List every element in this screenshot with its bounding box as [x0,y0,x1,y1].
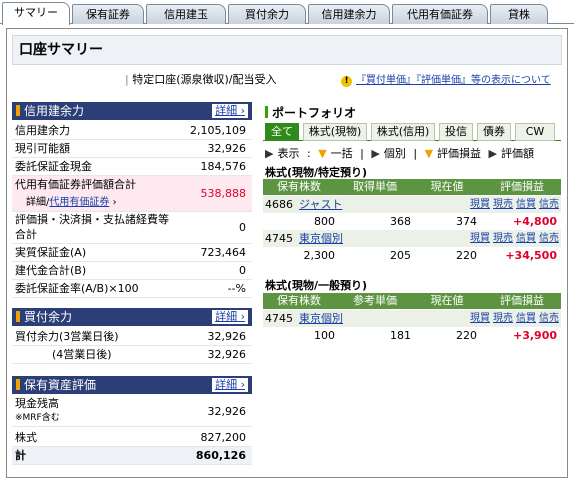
margin-buy-link[interactable]: 信買 [516,233,536,244]
triangle-right-icon: ▶ [265,147,274,160]
margin-sell-link[interactable]: 信売 [539,313,559,324]
credit-row: 実質保証金(A) 723,464 [12,244,252,262]
margin-sell-link[interactable]: 信売 [539,199,559,210]
section-marker [16,379,20,390]
stock-name-link[interactable]: 東京個別 [299,230,343,247]
trade-actions: 現買 現売 信買 信売 [467,196,559,213]
summary-panel: 口座サマリー | 特定口座(源泉徴収)/配当受入 ! 『買付単価』『評価単価』等の… [6,28,568,478]
tab-buying-power[interactable]: 買付余力 [228,4,306,24]
portfolio-tab-all[interactable]: 全て [265,123,299,141]
stock-name-link[interactable]: ジャスト [299,196,342,213]
collateral-total-row: 代用有価証券評価額合計 538,888 詳細/代用有価証券 › [12,176,252,212]
account-type: | 特定口座(源泉徴収)/配当受入 [125,73,277,86]
portfolio-title: ポートフォリオ [265,104,356,121]
display-notice-link[interactable]: ! 『買付単価』『評価単価』等の表示について [341,71,551,87]
asset-total-row: 計 860,126 [12,447,252,465]
trade-actions: 現買 現売 信買 信売 [467,230,559,247]
cash-sell-link[interactable]: 現売 [493,233,513,244]
section-marker [16,105,20,116]
table-header: 保有株数 取得単価 現在値 評価損益 [263,179,561,195]
cash-sell-link[interactable]: 現売 [493,199,513,210]
chevron-right-icon: › [240,378,245,391]
expand-individual-link[interactable]: 個別 [384,147,406,160]
stock-name-link[interactable]: 東京個別 [299,310,343,327]
sort-pl-link[interactable]: 評価損益 [437,147,481,160]
chevron-right-icon: › [112,197,117,208]
tab-holdings[interactable]: 保有証券 [72,4,144,24]
cash-buy-link[interactable]: 現買 [470,199,490,210]
credit-row: 評価損・決済損・支払諸経費等 合計 0 [12,212,252,244]
sort-value-link[interactable]: 評価額 [501,147,534,160]
holding-value-row: 800 368 374 +4,800 [314,215,557,228]
portfolio-controls: ▶ 表示 : ▼ 一括 | ▶ 個別 | ▼ 評価損益 ▶ 評価額 [265,147,534,160]
portfolio-tab-margin-stocks[interactable]: 株式(信用) [371,123,435,141]
credit-row: 委託保証金率(A/B)×100 --% [12,280,252,298]
portfolio-tab-bonds[interactable]: 債券 [477,123,511,141]
portfolio-tab-funds[interactable]: 投信 [439,123,473,141]
chevron-right-icon: › [240,310,245,323]
buying-power-row: (4営業日後) 32,926 [12,346,252,364]
triangle-down-icon: ▼ [318,147,327,160]
credit-row: 委託保証金現金 184,576 [12,158,252,176]
info-icon: ! [341,76,352,87]
credit-capacity-header: 信用建余力 詳細 › [12,102,252,120]
credit-row: 信用建余力 2,105,109 [12,122,252,140]
holding-name-row: 4686 ジャスト 現買 現売 信買 信売 [263,196,561,213]
buying-power-row: 買付余力(3営業日後) 32,926 [12,328,252,346]
tab-summary[interactable]: サマリー [2,2,70,25]
buying-power-detail-link[interactable]: 詳細 › [212,310,248,324]
asset-row: 株式 827,200 [12,429,252,447]
assets-header: 保有資産評価 詳細 › [12,376,252,394]
section-title: 株式(現物/一般預り) [265,279,368,292]
margin-buy-link[interactable]: 信買 [516,199,536,210]
credit-row: 建代金合計(B) 0 [12,262,252,280]
triangle-down-icon: ▼ [424,147,434,160]
tab-stock-lending[interactable]: 貸株 [490,4,548,24]
margin-sell-link[interactable]: 信売 [539,233,559,244]
collapse-all-link[interactable]: 一括 [331,147,353,160]
triangle-right-icon: ▶ [371,147,380,160]
trade-actions: 現買 現売 信買 信売 [467,310,559,327]
asset-row: 現金残高 ※MRF含む 32,926 [12,397,252,427]
triangle-right-icon: ▶ [488,147,497,160]
tab-collateral-securities[interactable]: 代用有価証券 [392,4,488,24]
section-title: 株式(現物/特定預り) [265,166,368,179]
section-marker [265,106,268,118]
chevron-right-icon: › [240,104,245,117]
portfolio-tab-cash-stocks[interactable]: 株式(現物) [303,123,367,141]
cash-buy-link[interactable]: 現買 [470,313,490,324]
credit-capacity-detail-link[interactable]: 詳細 › [212,104,248,118]
assets-detail-link[interactable]: 詳細 › [212,378,248,392]
portfolio-tab-cw[interactable]: CW [515,123,555,141]
portfolio-tabs: 全て 株式(現物) 株式(信用) 投信 債券 CW [263,123,561,141]
tab-bar: サマリー 保有証券 信用建玉 買付余力 信用建余力 代用有価証券 貸株 [0,0,574,25]
margin-buy-link[interactable]: 信買 [516,313,536,324]
holding-name-row: 4745 東京個別 現買 現売 信買 信売 [263,310,561,327]
holding-value-row: 100 181 220 +3,900 [314,329,557,342]
table-header: 保有株数 参考単価 現在値 評価損益 [263,293,561,309]
section-marker [16,311,20,322]
page-title: 口座サマリー [12,35,562,65]
tab-credit-capacity[interactable]: 信用建余力 [308,4,390,24]
collateral-securities-link[interactable]: 代用有価証券 [49,197,109,208]
cash-buy-link[interactable]: 現買 [470,233,490,244]
tab-margin-positions[interactable]: 信用建玉 [146,4,226,24]
cash-sell-link[interactable]: 現売 [493,313,513,324]
buying-power-header: 買付余力 詳細 › [12,308,252,326]
credit-row: 現引可能額 32,926 [12,140,252,158]
holding-value-row: 2,300 205 220 +34,500 [303,249,558,262]
display-label: 表示 [277,147,300,160]
holding-name-row: 4745 東京個別 現買 現売 信買 信売 [263,230,561,247]
